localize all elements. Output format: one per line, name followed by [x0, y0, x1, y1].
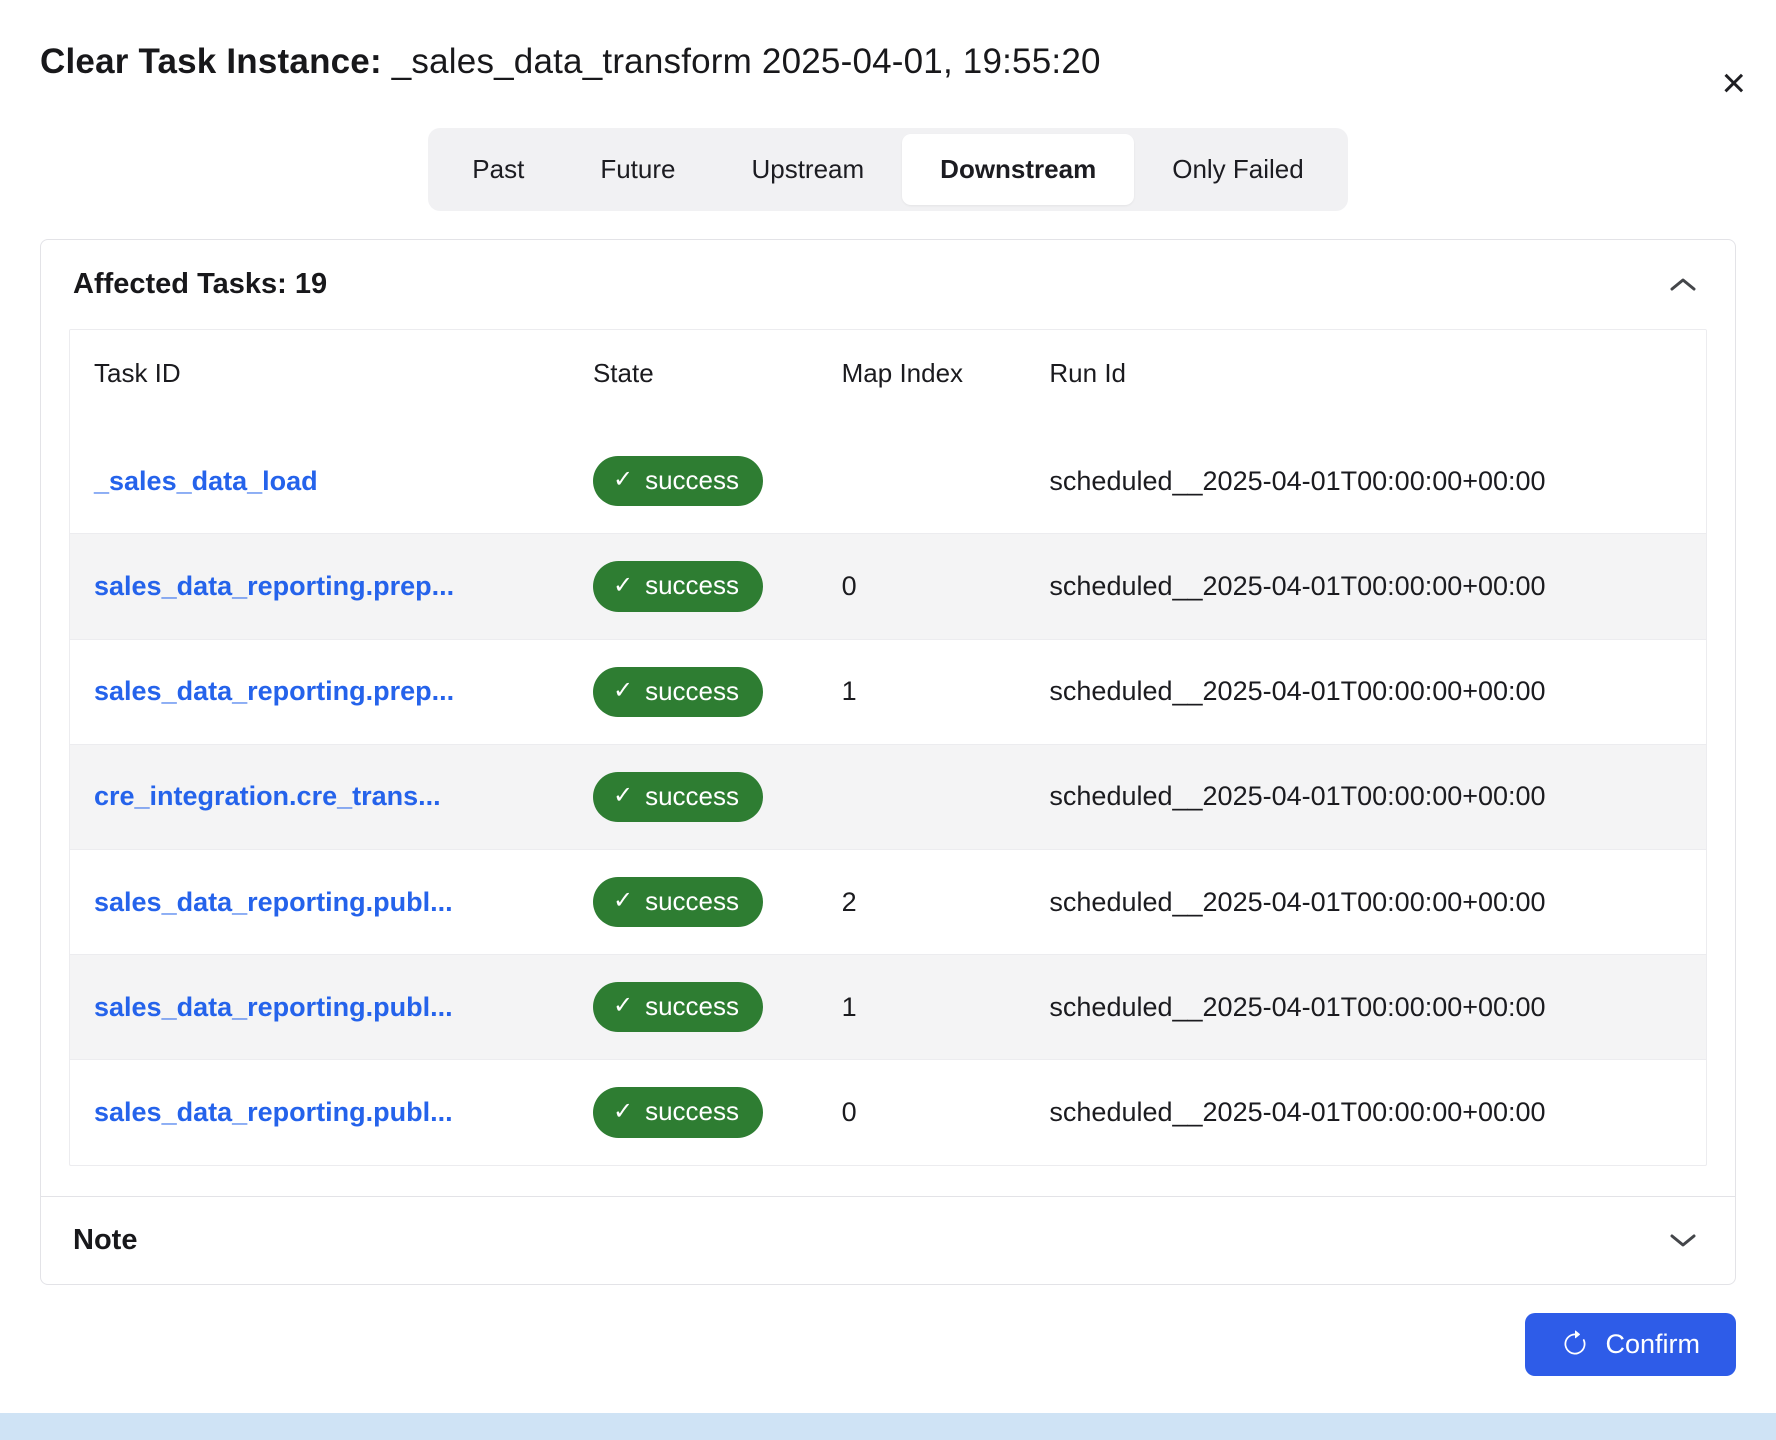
state-label: success [645, 465, 739, 496]
check-icon: ✓ [613, 572, 633, 601]
col-header-run-id: Run Id [1025, 330, 1706, 423]
tab-upstream[interactable]: Upstream [713, 134, 902, 205]
check-icon: ✓ [613, 887, 633, 916]
task-id-link[interactable]: sales_data_reporting.prep... [94, 571, 454, 601]
run-id-cell: scheduled__2025-04-01T00:00:00+00:00 [1025, 639, 1706, 744]
state-badge: ✓ success [593, 982, 763, 1032]
col-header-state: State [569, 330, 818, 423]
map-index-cell: 0 [818, 534, 1026, 639]
check-icon: ✓ [613, 782, 633, 811]
table-header-row: Task ID State Map Index Run Id [70, 330, 1706, 423]
state-badge: ✓ success [593, 1087, 763, 1137]
chevron-up-icon[interactable] [1663, 271, 1703, 299]
run-id-cell: scheduled__2025-04-01T00:00:00+00:00 [1025, 850, 1706, 955]
underlying-page-strip [0, 1413, 1776, 1440]
state-badge: ✓ success [593, 667, 763, 717]
affected-tasks-header[interactable]: Affected Tasks: 19 [41, 240, 1735, 329]
note-section-header[interactable]: Note [41, 1196, 1735, 1284]
table-row: sales_data_reporting.publ... ✓ success 0… [70, 1060, 1706, 1165]
table-row: sales_data_reporting.prep... ✓ success 1… [70, 639, 1706, 744]
map-index-cell: 0 [818, 1060, 1026, 1165]
task-id-link[interactable]: _sales_data_load [94, 466, 318, 496]
task-id-link[interactable]: sales_data_reporting.publ... [94, 1097, 453, 1127]
table-row: sales_data_reporting.prep... ✓ success 0… [70, 534, 1706, 639]
task-id-link[interactable]: sales_data_reporting.publ... [94, 887, 453, 917]
map-index-cell [818, 744, 1026, 849]
run-id-cell: scheduled__2025-04-01T00:00:00+00:00 [1025, 744, 1706, 849]
affected-tasks-table: Task ID State Map Index Run Id _sales_da… [69, 329, 1707, 1165]
col-header-map-index: Map Index [818, 330, 1026, 423]
task-id-link[interactable]: cre_integration.cre_trans... [94, 781, 441, 811]
col-header-task-id: Task ID [70, 330, 569, 423]
confirm-button[interactable]: Confirm [1525, 1313, 1736, 1376]
run-id-cell: scheduled__2025-04-01T00:00:00+00:00 [1025, 534, 1706, 639]
affected-tasks-count: 19 [295, 268, 327, 300]
clear-mode-segmented-control: Past Future Upstream Downstream Only Fai… [428, 128, 1347, 211]
close-icon[interactable]: × [1717, 58, 1750, 108]
state-label: success [645, 781, 739, 812]
tab-only-failed[interactable]: Only Failed [1134, 134, 1342, 205]
confirm-label: Confirm [1605, 1329, 1700, 1360]
task-id-link[interactable]: sales_data_reporting.prep... [94, 676, 454, 706]
state-label: success [645, 1096, 739, 1127]
map-index-cell: 2 [818, 850, 1026, 955]
note-title: Note [73, 1224, 137, 1257]
clear-task-panel: Affected Tasks: 19 Task ID State Map Ind… [40, 239, 1736, 1284]
state-label: success [645, 676, 739, 707]
affected-table-body: _sales_data_load ✓ success scheduled__20… [70, 423, 1706, 1164]
map-index-cell [818, 423, 1026, 534]
affected-tasks-title: Affected Tasks: 19 [73, 268, 327, 301]
state-label: success [645, 570, 739, 601]
state-badge: ✓ success [593, 772, 763, 822]
title-prefix: Clear Task Instance: [40, 42, 382, 81]
state-label: success [645, 991, 739, 1022]
state-label: success [645, 886, 739, 917]
check-icon: ✓ [613, 466, 633, 495]
map-index-cell: 1 [818, 639, 1026, 744]
check-icon: ✓ [613, 677, 633, 706]
tab-downstream[interactable]: Downstream [902, 134, 1134, 205]
state-badge: ✓ success [593, 456, 763, 506]
tab-future[interactable]: Future [562, 134, 713, 205]
check-icon: ✓ [613, 1098, 633, 1127]
table-row: sales_data_reporting.publ... ✓ success 1… [70, 955, 1706, 1060]
state-badge: ✓ success [593, 877, 763, 927]
run-id-cell: scheduled__2025-04-01T00:00:00+00:00 [1025, 423, 1706, 534]
title-task-instance: _sales_data_transform 2025-04-01, 19:55:… [382, 42, 1101, 81]
chevron-down-icon[interactable] [1663, 1226, 1703, 1254]
tab-past[interactable]: Past [434, 134, 562, 205]
table-row: sales_data_reporting.publ... ✓ success 2… [70, 850, 1706, 955]
check-icon: ✓ [613, 992, 633, 1021]
refresh-icon [1561, 1330, 1589, 1358]
table-row: _sales_data_load ✓ success scheduled__20… [70, 423, 1706, 534]
page-title: Clear Task Instance: _sales_data_transfo… [40, 42, 1736, 82]
run-id-cell: scheduled__2025-04-01T00:00:00+00:00 [1025, 955, 1706, 1060]
task-id-link[interactable]: sales_data_reporting.publ... [94, 992, 453, 1022]
table-row: cre_integration.cre_trans... ✓ success s… [70, 744, 1706, 849]
state-badge: ✓ success [593, 561, 763, 611]
run-id-cell: scheduled__2025-04-01T00:00:00+00:00 [1025, 1060, 1706, 1165]
map-index-cell: 1 [818, 955, 1026, 1060]
